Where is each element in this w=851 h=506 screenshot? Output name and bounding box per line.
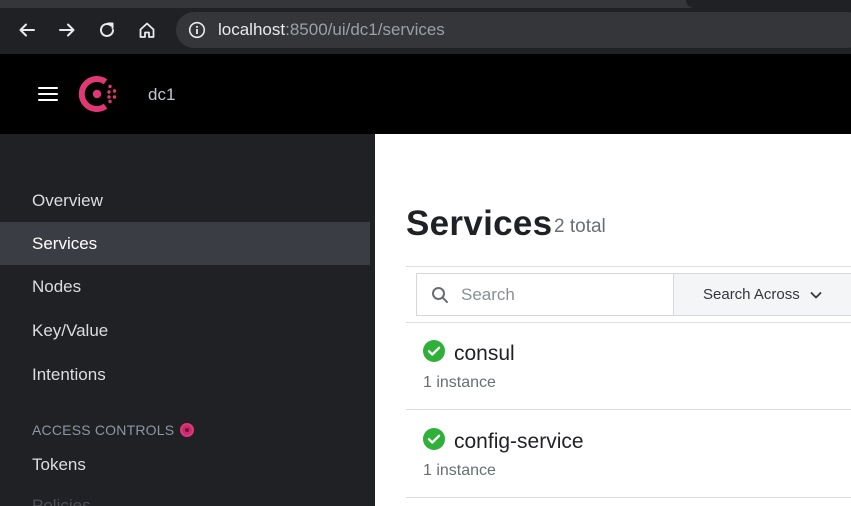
consul-logo[interactable] xyxy=(78,75,120,113)
tab-strip-right xyxy=(686,0,851,8)
sidebar: Overview Services Nodes Key/Value Intent… xyxy=(0,134,375,506)
check-circle-icon xyxy=(423,340,445,362)
service-name[interactable]: consul xyxy=(454,342,515,366)
sidebar-item-policies[interactable]: Policies xyxy=(32,496,91,506)
check-circle-icon xyxy=(423,428,445,450)
sidebar-item-nodes[interactable]: Nodes xyxy=(0,265,370,308)
search-icon xyxy=(432,287,448,303)
app-header: dc1 xyxy=(0,54,851,134)
section-label-text: ACCESS CONTROLS xyxy=(32,422,175,438)
info-icon[interactable] xyxy=(188,21,206,39)
search-input[interactable] xyxy=(461,274,661,315)
url-path: :8500/ui/dc1/services xyxy=(285,20,445,39)
instance-count: 1 instance xyxy=(423,374,496,391)
arrow-left-icon xyxy=(19,23,35,37)
reload-button[interactable] xyxy=(94,17,120,43)
home-button[interactable] xyxy=(134,17,160,43)
back-button[interactable] xyxy=(14,17,40,43)
chevron-down-icon xyxy=(810,291,822,298)
search-across-dropdown[interactable]: Search Across xyxy=(673,273,851,316)
sidebar-item-tokens[interactable]: Tokens xyxy=(0,443,370,486)
list-item[interactable]: config-service 1 instance xyxy=(406,410,851,498)
list-item[interactable]: consul 1 instance xyxy=(406,322,851,410)
page-title: Services xyxy=(406,204,553,243)
divider xyxy=(406,266,851,267)
browser-toolbar: localhost:8500/ui/dc1/services xyxy=(0,0,851,54)
search-container[interactable] xyxy=(416,273,674,316)
acl-status-icon[interactable] xyxy=(180,423,195,437)
sidebar-item-services[interactable]: Services xyxy=(0,222,370,265)
main-content: Services 2 total Search Across consul 1 … xyxy=(375,134,851,506)
menu-icon[interactable] xyxy=(38,87,58,101)
datacenter-selector[interactable]: dc1 xyxy=(148,85,175,105)
service-name[interactable]: config-service xyxy=(454,430,584,454)
reload-icon xyxy=(100,22,114,37)
tab-strip-left xyxy=(0,0,470,8)
search-across-label: Search Across xyxy=(703,286,800,303)
arrow-right-icon xyxy=(59,23,75,37)
url-text[interactable]: localhost:8500/ui/dc1/services xyxy=(218,21,445,39)
sidebar-item-overview[interactable]: Overview xyxy=(0,179,370,222)
sidebar-item-intentions[interactable]: Intentions xyxy=(0,353,370,396)
forward-button[interactable] xyxy=(54,17,80,43)
instance-count: 1 instance xyxy=(423,462,496,479)
divider xyxy=(406,497,851,498)
sidebar-item-key-value[interactable]: Key/Value xyxy=(0,309,370,352)
tab-strip xyxy=(0,0,851,8)
home-icon xyxy=(139,22,155,38)
services-total: 2 total xyxy=(554,216,606,237)
url-host: localhost xyxy=(218,20,286,39)
address-bar[interactable]: localhost:8500/ui/dc1/services xyxy=(176,12,851,48)
access-controls-heading: ACCESS CONTROLS xyxy=(32,422,195,438)
